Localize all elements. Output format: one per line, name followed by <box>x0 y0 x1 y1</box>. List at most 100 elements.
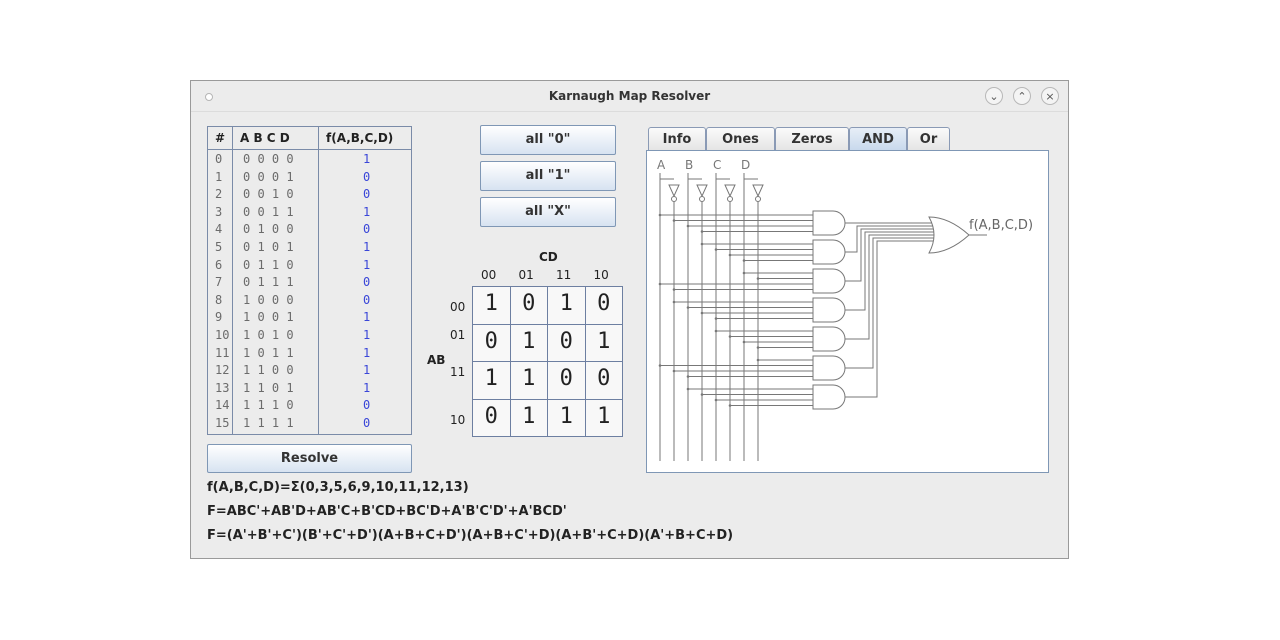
row-value[interactable]: 0 <box>363 170 370 184</box>
inverter-icon <box>752 184 764 198</box>
kmap-col-label: 10 <box>593 268 609 282</box>
row-bits: 0 0 0 0 <box>243 152 294 166</box>
gate-output-wire <box>845 228 937 282</box>
app-window: Karnaugh Map Resolver ⌄ ⌃ × # A B C D f(… <box>190 80 1069 559</box>
junction-dot <box>714 398 718 402</box>
tab-info[interactable]: Info <box>648 127 706 151</box>
row-value[interactable]: 1 <box>363 205 370 219</box>
kmap-col-label: 01 <box>518 268 534 282</box>
table-row: 2 0 0 1 0 0 <box>208 186 411 204</box>
row-index: 2 <box>215 187 223 202</box>
minimize-icon[interactable]: ⌄ <box>985 87 1003 105</box>
circuit-panel: A B C Df(A,B,C,D) <box>646 150 1049 473</box>
kmap-cell[interactable]: 1 <box>509 398 548 437</box>
row-index: 3 <box>215 204 223 219</box>
kmap-cell[interactable]: 0 <box>547 361 586 400</box>
junction-dot <box>658 213 662 217</box>
row-value[interactable]: 0 <box>363 293 370 307</box>
circuit-output-label: f(A,B,C,D) <box>969 218 1033 233</box>
table-row: 8 1 0 0 0 0 <box>208 292 411 310</box>
truth-table-header: # A B C D f(A,B,C,D) <box>208 127 411 150</box>
circuit-input-label: B <box>685 158 693 172</box>
circuit-input-label: D <box>741 158 750 172</box>
tab-and[interactable]: AND <box>849 127 907 151</box>
row-value[interactable]: 1 <box>363 152 370 166</box>
kmap-cell[interactable]: 0 <box>472 398 511 437</box>
junction-dot <box>658 282 662 286</box>
all-one-button[interactable]: all "1" <box>480 161 616 191</box>
tab-zeros[interactable]: Zeros <box>775 127 849 151</box>
minterm-formula: f(A,B,C,D)=Σ(0,3,5,6,9,10,11,12,13) <box>207 480 469 495</box>
row-index: 10 <box>215 328 230 342</box>
and-gate-icon <box>812 239 846 265</box>
kmap-cell[interactable]: 1 <box>547 398 586 437</box>
junction-dot <box>700 242 704 246</box>
table-row: 4 0 1 0 0 0 <box>208 221 411 239</box>
row-value[interactable]: 1 <box>363 363 370 377</box>
row-value[interactable]: 0 <box>363 222 370 236</box>
kmap-cell[interactable]: 1 <box>509 361 548 400</box>
row-index: 12 <box>215 363 230 378</box>
and-gate-icon <box>812 268 846 294</box>
gate-output-wire <box>845 225 937 253</box>
truth-table: # A B C D f(A,B,C,D) 00 0 0 0110 0 0 102… <box>207 126 412 435</box>
junction-dot <box>714 248 718 251</box>
tab-or[interactable]: Or <box>907 127 950 151</box>
kmap-cell[interactable]: 0 <box>584 286 623 325</box>
table-row: 3 0 0 1 1 1 <box>208 204 411 222</box>
inverter-bubble <box>727 196 733 202</box>
inverter-bubble <box>755 196 761 202</box>
row-bits: 0 1 0 1 <box>243 240 294 254</box>
row-bits: 0 1 1 1 <box>243 275 294 290</box>
header-vars: A B C D <box>240 131 290 145</box>
kmap-cell[interactable]: 1 <box>472 361 511 400</box>
row-bits: 1 0 0 1 <box>243 310 294 325</box>
row-index: 8 <box>215 292 223 307</box>
junction-dot <box>728 335 732 338</box>
kmap-cell[interactable]: 0 <box>509 286 548 325</box>
kmap-cell[interactable]: 1 <box>509 323 548 362</box>
row-value[interactable]: 0 <box>363 187 370 201</box>
kmap-cell[interactable]: 1 <box>472 286 511 325</box>
table-row: 0 0 0 0 0 1 <box>208 151 411 169</box>
kmap-cell[interactable]: 0 <box>584 361 623 400</box>
all-zero-button[interactable]: all "0" <box>480 125 616 155</box>
inverter-icon <box>668 184 680 198</box>
row-value[interactable]: 1 <box>363 240 370 254</box>
row-index: 14 <box>215 398 230 413</box>
junction-dot <box>728 404 732 407</box>
pos-formula: F=(A'+B'+C')(B'+C'+D')(A+B+C+D')(A+B+C'+… <box>207 528 734 543</box>
kmap-cell[interactable]: 1 <box>584 398 623 437</box>
kmap-cell[interactable]: 0 <box>472 323 511 362</box>
resolve-button[interactable]: Resolve <box>207 444 412 473</box>
row-value[interactable]: 0 <box>363 275 370 289</box>
junction-dot <box>700 311 704 315</box>
maximize-icon[interactable]: ⌃ <box>1013 87 1031 105</box>
and-gate-icon <box>812 326 846 352</box>
kmap-row-label: 10 <box>450 412 466 427</box>
row-value[interactable]: 1 <box>363 381 370 395</box>
kmap-cell[interactable]: 0 <box>547 323 586 362</box>
title-bar: Karnaugh Map Resolver ⌄ ⌃ × <box>191 81 1068 112</box>
circuit-input-label: A <box>657 158 666 172</box>
row-value[interactable]: 0 <box>363 398 370 412</box>
row-value[interactable]: 0 <box>363 416 370 430</box>
kmap-cell[interactable]: 1 <box>547 286 586 325</box>
table-row: 5 0 1 0 1 1 <box>208 239 411 257</box>
kmap-row-label: 01 <box>450 327 466 342</box>
and-gate-icon <box>812 355 846 381</box>
gate-output-wire <box>845 234 937 340</box>
and-gate-icon <box>812 297 846 323</box>
kmap-cell[interactable]: 1 <box>584 323 623 362</box>
inverter-bubble <box>671 196 677 202</box>
row-value[interactable]: 1 <box>363 310 370 324</box>
all-x-button[interactable]: all "X" <box>480 197 616 227</box>
row-bits: 1 0 0 0 <box>243 292 294 307</box>
row-value[interactable]: 1 <box>363 328 370 342</box>
gate-output-wire <box>845 240 937 398</box>
close-icon[interactable]: × <box>1041 87 1059 105</box>
row-value[interactable]: 1 <box>363 346 370 360</box>
tab-ones[interactable]: Ones <box>706 127 775 151</box>
row-index: 6 <box>215 257 223 272</box>
row-value[interactable]: 1 <box>363 258 370 272</box>
